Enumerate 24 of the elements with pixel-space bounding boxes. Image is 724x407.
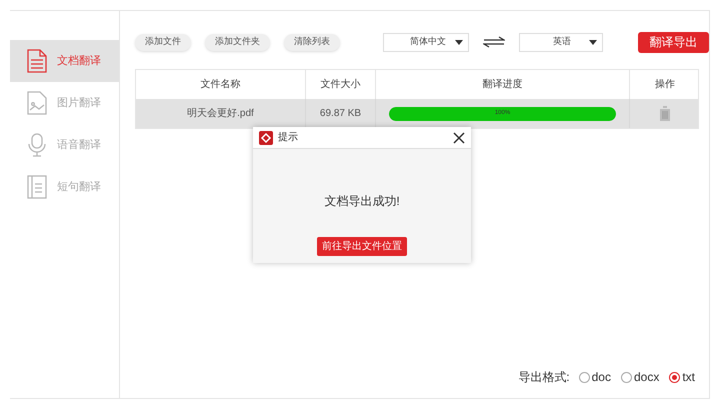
image-icon: [27, 91, 47, 115]
open-folder-button[interactable]: 前往导出文件位置: [317, 237, 407, 256]
note-icon: [27, 175, 47, 199]
toolbar-button[interactable]: 添加文件: [135, 34, 191, 50]
app-logo-icon: [259, 130, 273, 144]
caret-icon: [589, 40, 597, 44]
swap-icon: [483, 36, 505, 48]
toolbar-button[interactable]: 清除列表: [284, 34, 340, 50]
column-header: 操作: [654, 78, 676, 92]
export-button[interactable]: 翻译导出: [638, 32, 709, 52]
format-radio[interactable]: docx: [620, 368, 660, 386]
close-icon[interactable]: [453, 132, 465, 144]
format-radio[interactable]: txt: [669, 368, 695, 386]
export-format-label: 导出格式:: [518, 369, 570, 386]
dialog-message: 文档导出成功!: [324, 193, 400, 210]
microphone-icon: [27, 133, 47, 157]
sidebar-item[interactable]: 文档翻译: [10, 40, 119, 82]
caret-icon: [455, 40, 463, 44]
document-icon: [27, 49, 47, 73]
toolbar-button[interactable]: 添加文件夹: [205, 34, 270, 50]
language-select[interactable]: 英语: [519, 32, 603, 52]
dialog-title: 提示: [278, 131, 298, 145]
format-radio[interactable]: doc: [578, 368, 611, 386]
language-select[interactable]: 简体中文: [383, 32, 469, 52]
